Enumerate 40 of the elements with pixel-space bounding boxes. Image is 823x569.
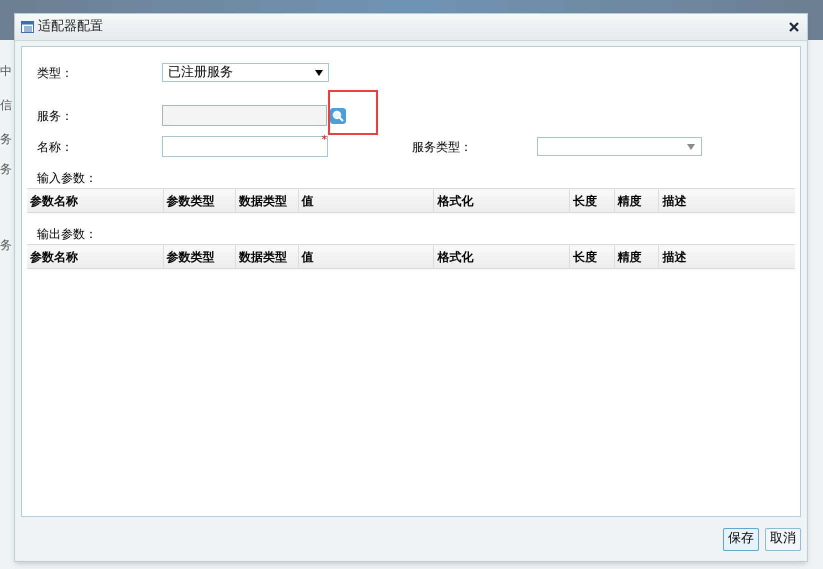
dropdown-arrow-icon (315, 70, 323, 76)
background-text: 信 (0, 97, 12, 114)
column-header[interactable]: 值 (298, 189, 434, 212)
section-caption: 输出参数： (36, 226, 98, 241)
column-header[interactable]: 值 (298, 245, 434, 268)
column-header[interactable]: 格式化 (433, 245, 569, 268)
column-header[interactable]: 描述 (658, 189, 795, 212)
window-title: 适配器配置 (38, 18, 103, 36)
search-icon[interactable] (330, 108, 346, 124)
dropdown-arrow-icon (687, 144, 695, 150)
field-label: 服务类型： (412, 138, 473, 156)
background-text: 务 (0, 161, 12, 178)
column-header[interactable]: 精度 (614, 189, 658, 212)
table-icon (21, 21, 34, 33)
column-header[interactable]: 长度 (569, 189, 614, 212)
column-header[interactable]: 参数类型 (162, 245, 236, 268)
column-header[interactable]: 数据类型 (235, 189, 298, 212)
dialog-button[interactable]: 取消 (765, 528, 801, 550)
column-header[interactable]: 参数名称 (27, 245, 163, 268)
field-label: 类型： (37, 64, 74, 82)
column-header[interactable]: 精度 (614, 245, 658, 268)
background-text: 中 (0, 63, 12, 80)
column-header[interactable]: 参数类型 (162, 189, 236, 212)
column-header[interactable]: 格式化 (433, 189, 569, 212)
dialog-button[interactable]: 保存 (723, 528, 759, 550)
close-button[interactable] (789, 22, 799, 32)
service-type-select[interactable] (537, 137, 702, 156)
background-text: 务 (0, 131, 12, 148)
column-header[interactable]: 参数名称 (27, 189, 163, 212)
name-field[interactable]: * (162, 136, 328, 157)
background-text: 务 (0, 237, 12, 254)
column-header[interactable]: 描述 (658, 245, 795, 268)
column-header[interactable]: 数据类型 (235, 245, 298, 268)
required-mark: * (322, 134, 327, 145)
field-label: 服务： (37, 108, 74, 124)
field-label: 名称： (37, 138, 74, 156)
section-caption: 输入参数： (36, 170, 98, 185)
type-select[interactable]: 已注册服务 (162, 63, 329, 82)
close-icon (789, 22, 799, 32)
column-header[interactable]: 长度 (569, 245, 614, 268)
